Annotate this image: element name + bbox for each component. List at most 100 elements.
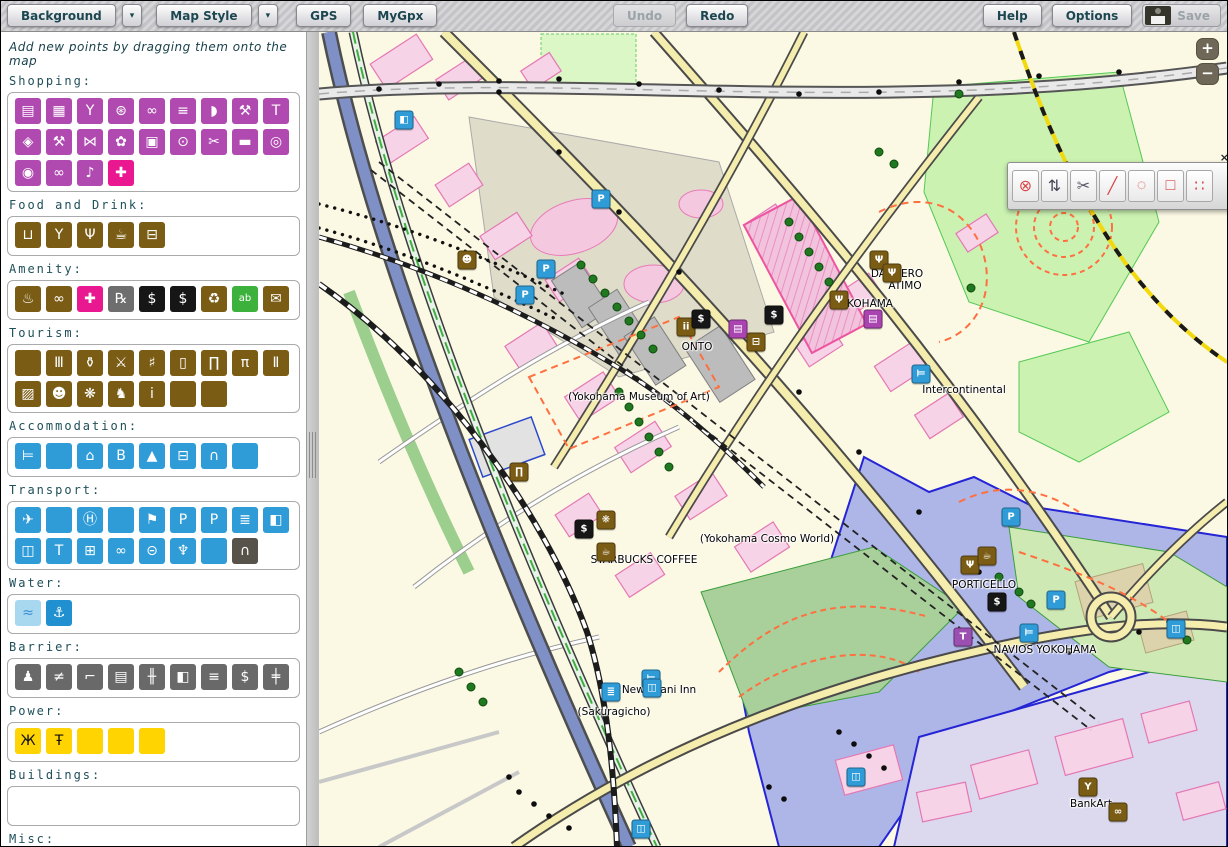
atm-marker[interactable]: $ [574,519,594,539]
pub-icon[interactable]: ⊔ [15,222,41,248]
tourism-blank-2-icon[interactable] [170,381,196,407]
map-style-dropdown-button[interactable]: ▾ [257,4,279,27]
car-park-marker[interactable]: P [1001,507,1021,527]
museum-marker[interactable]: ∏ [509,462,529,482]
background-button[interactable]: Background [7,4,116,27]
taxi-rank-icon[interactable]: T [46,538,72,564]
hotel-marker[interactable]: ⊨ [911,364,931,384]
memorial-icon[interactable]: ▯ [170,350,196,376]
bollard-icon[interactable]: ♟ [15,664,41,690]
accommodation-blank-1-icon[interactable] [46,443,72,469]
train-station-icon[interactable]: ≣ [232,507,258,533]
restaurant-marker[interactable]: Ψ [829,290,849,310]
florist-icon[interactable]: ✿ [108,129,134,155]
car-park-marker[interactable]: P [1046,590,1066,610]
power-pylon-icon[interactable]: Ж [15,728,41,754]
theatre-icon[interactable]: ☻ [46,381,72,407]
hospital-icon[interactable]: ✚ [77,286,103,312]
hotel-marker[interactable]: ⊨ [1019,623,1039,643]
helipad-icon[interactable]: Ⓗ [77,507,103,533]
picnic-site-icon[interactable]: π [232,350,258,376]
restaurant-icon[interactable]: Ψ [77,222,103,248]
cattle-grid-icon[interactable]: ▤ [108,664,134,690]
close-icon[interactable]: × [1220,151,1227,164]
information-icon[interactable]: i [139,381,165,407]
confectionery-icon[interactable]: ◈ [15,129,41,155]
power-blank-1-icon[interactable] [77,728,103,754]
undo-button[interactable]: Undo [613,4,677,27]
cycle-barrier-icon[interactable]: ╪ [263,664,289,690]
police-icon[interactable]: ∞ [46,286,72,312]
school-icon[interactable]: ab [232,286,258,312]
zoom-out-button[interactable]: − [1196,63,1219,85]
restaurant-marker[interactable]: Ψ [882,263,902,283]
steps-icon[interactable]: ≡ [201,664,227,690]
help-button[interactable]: Help [982,4,1042,27]
map-style-button[interactable]: Map Style [156,4,252,27]
shopping-cart-icon[interactable]: ▦ [46,98,72,124]
bar-marker[interactable]: Y [1078,777,1098,797]
transport-blank-3-icon[interactable] [201,538,227,564]
bus-stop-marker[interactable]: ◫ [642,678,662,698]
hairdresser-icon[interactable]: ✂ [201,129,227,155]
diy-hardware-icon[interactable]: ⚒ [46,129,72,155]
bank-marker[interactable]: $ [987,592,1007,612]
bicycle-shop-icon[interactable]: ∞ [139,98,165,124]
butcher-icon[interactable]: ◗ [201,98,227,124]
caravan-site-icon[interactable]: ⊟ [170,443,196,469]
subway-entrance-icon[interactable]: ∩ [232,538,258,564]
fishmonger-icon[interactable]: ⋈ [77,129,103,155]
atm-icon[interactable]: $ [139,286,165,312]
jewellery-icon[interactable]: ◎ [263,129,289,155]
laundrette-icon[interactable]: ◉ [15,160,41,186]
tram-stop-icon[interactable]: ⊞ [77,538,103,564]
atm-marker[interactable]: $ [691,309,711,329]
stile-icon[interactable]: ≠ [46,664,72,690]
fire-station-icon[interactable]: ♨ [15,286,41,312]
battlefield-icon[interactable]: ⚔ [108,350,134,376]
train-station-marker[interactable]: ≣ [601,682,621,702]
reverse-direction-button[interactable]: ⇅ [1041,170,1068,202]
power-pole-icon[interactable]: Ŧ [46,728,72,754]
background-dropdown-button[interactable]: ▾ [121,4,143,27]
supermarket-basket-icon[interactable]: ▤ [15,98,41,124]
monument-icon[interactable]: ∏ [201,350,227,376]
fuel-station-marker[interactable]: ◧ [394,110,414,130]
taxi-rank-marker[interactable]: T [953,627,973,647]
fuel-station-icon[interactable]: ◧ [263,507,289,533]
hostel-icon[interactable]: ∩ [201,443,227,469]
tourism-blank-3-icon[interactable] [201,381,227,407]
gift-shop-icon[interactable]: ▣ [139,129,165,155]
alcohol-shop-icon[interactable]: Y [77,98,103,124]
recycling-icon[interactable]: ♻ [201,286,227,312]
bus-stop-marker[interactable]: ◫ [631,819,651,839]
circular-way-button[interactable]: ◌ [1128,170,1155,202]
car-park-marker[interactable]: P [536,259,556,279]
power-blank-2-icon[interactable] [108,728,134,754]
fast-food-marker[interactable]: ⊟ [746,332,766,352]
clothes-shop-icon[interactable]: T [263,98,289,124]
zoo-icon[interactable]: ♞ [108,381,134,407]
windmill-marker[interactable]: ❋ [596,510,616,530]
supermarket-basket-marker[interactable]: ▤ [728,319,748,339]
sidebar-splitter[interactable] [306,32,320,846]
book-shop-icon[interactable]: ≡ [170,98,196,124]
mooring-anchor-icon[interactable]: ⚓ [46,600,72,626]
archaeological-site-icon[interactable]: ⚱ [77,350,103,376]
car-park-marker[interactable]: P [591,189,611,209]
police-marker[interactable]: ∞ [1108,802,1128,822]
motorcycle-shop-icon[interactable]: ∞ [46,160,72,186]
bus-stop-marker[interactable]: ◫ [1166,619,1186,639]
bus-stop-icon[interactable]: ⚑ [139,507,165,533]
bus-stop-marker[interactable]: ◫ [846,767,866,787]
post-box-icon[interactable]: ✉ [263,286,289,312]
bed-and-breakfast-icon[interactable]: B [108,443,134,469]
hotel-icon[interactable]: ⊨ [15,443,41,469]
museum-icon[interactable]: Ⅲ [46,350,72,376]
redo-button[interactable]: Redo [686,4,749,27]
car-park-marker[interactable]: P [515,285,535,305]
options-button[interactable]: Options [1051,4,1133,27]
supermarket-basket-marker[interactable]: ▤ [863,309,883,329]
airport-icon[interactable]: ✈ [15,507,41,533]
water-waves-icon[interactable]: ≈ [15,600,41,626]
